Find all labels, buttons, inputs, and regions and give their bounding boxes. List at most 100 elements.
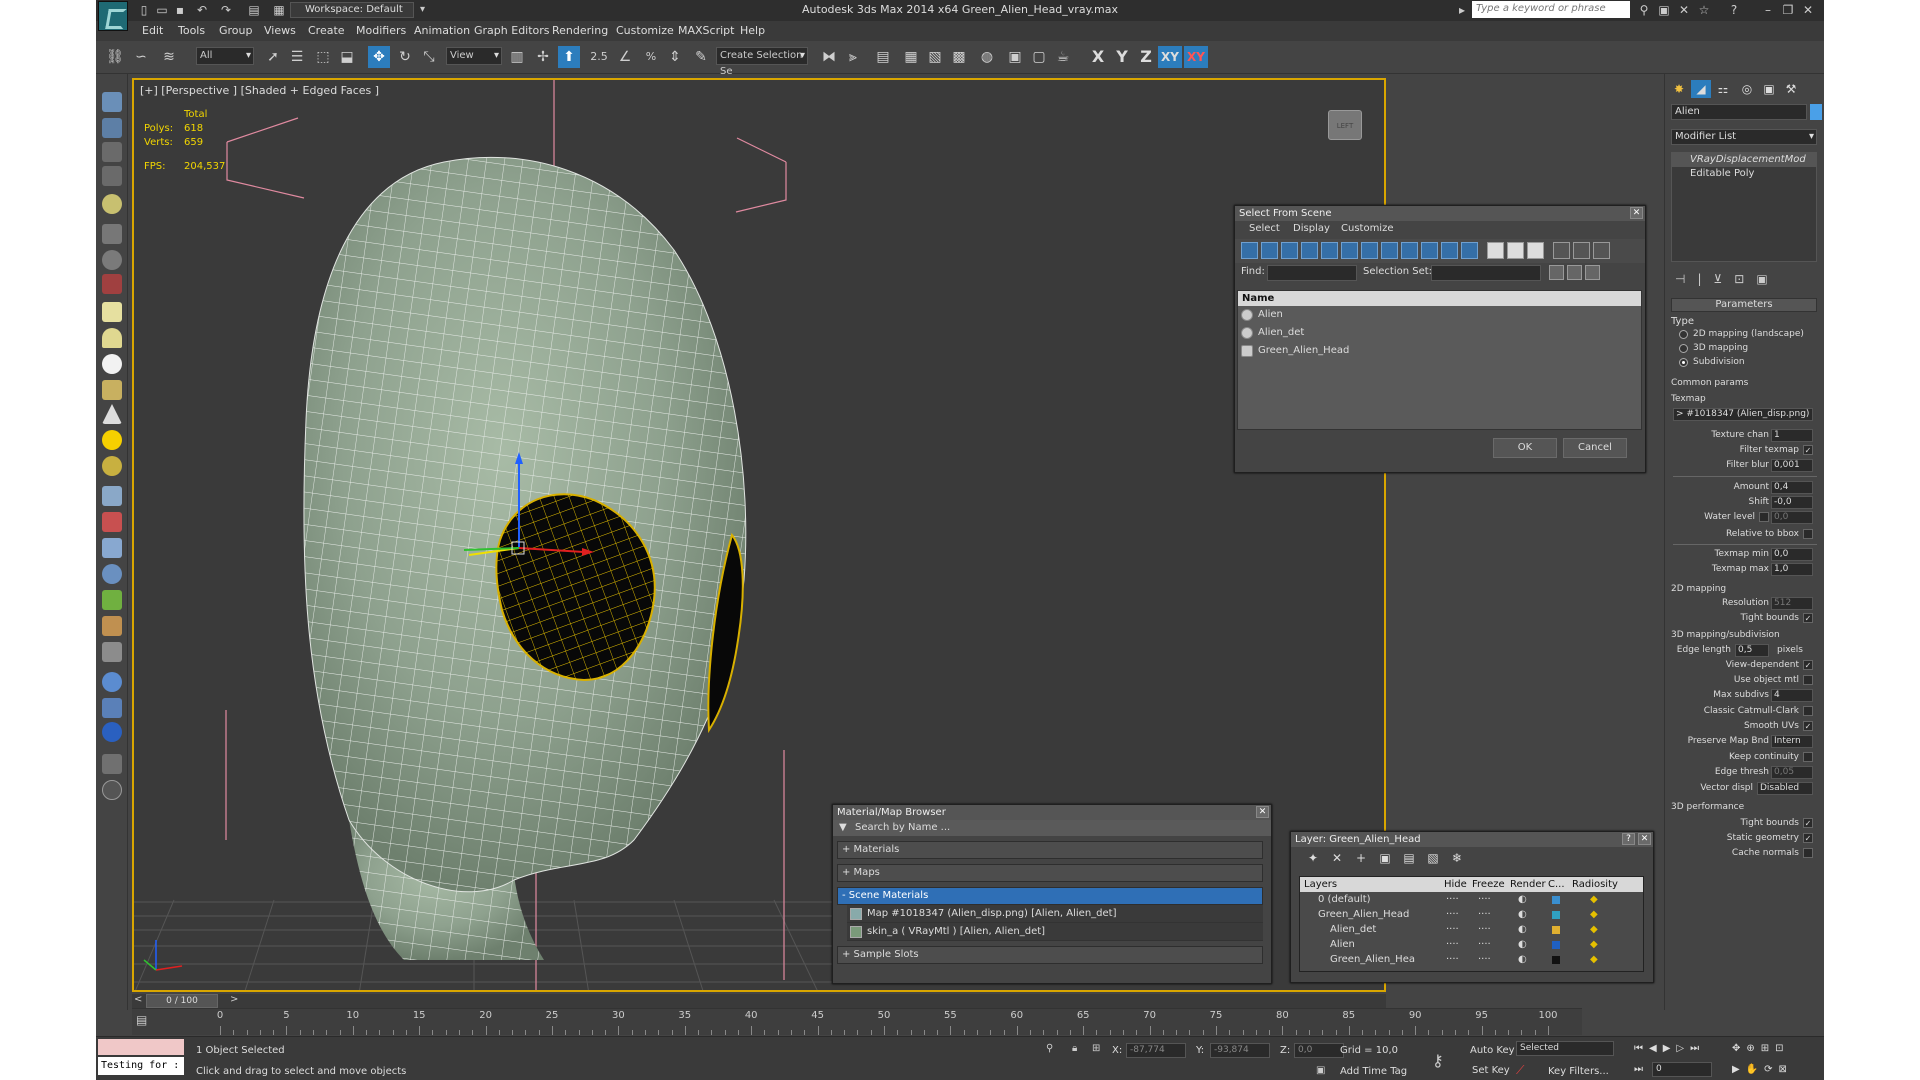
pivot-center-icon[interactable]: ▥ <box>506 46 528 68</box>
edit-named-sets-icon[interactable]: ✎ <box>690 46 712 68</box>
menu-rendering[interactable]: Rendering <box>552 24 608 37</box>
cancel-button[interactable]: Cancel <box>1563 438 1627 458</box>
max-subdivs-spinner[interactable]: 4 <box>1771 689 1813 702</box>
globe-icon[interactable] <box>102 564 122 584</box>
key-mode-dropdown[interactable]: Selected <box>1516 1041 1614 1056</box>
playback-controls[interactable]: ⏮◀▶▷⏭ <box>1634 1043 1705 1054</box>
menu-tools[interactable]: Tools <box>178 24 205 37</box>
align-icon[interactable]: ⫸ <box>842 46 864 68</box>
table-icon[interactable] <box>102 166 122 186</box>
display-containers-icon[interactable] <box>1421 242 1438 259</box>
axis-y-button[interactable]: Y <box>1110 46 1134 68</box>
stack-item-editable-poly[interactable]: Editable Poly <box>1672 167 1816 181</box>
modify-tab-icon[interactable]: ◢ <box>1691 80 1711 98</box>
close-icon[interactable]: ✕ <box>1800 2 1816 18</box>
selection-filter-dropdown[interactable]: All <box>196 47 254 65</box>
auto-key-button[interactable]: Auto Key <box>1470 1045 1515 1056</box>
scene-list-icon[interactable] <box>102 142 122 162</box>
smooth-uvs-checkbox[interactable]: ✓ <box>1803 721 1813 731</box>
schematic-view-icon[interactable]: ▩ <box>948 46 970 68</box>
unlink-icon[interactable]: ∽ <box>130 46 152 68</box>
material-search-input[interactable]: ▼ Search by Name ... <box>833 820 1271 836</box>
utility-icon[interactable] <box>102 754 122 774</box>
col-radiosity[interactable]: Radiosity <box>1572 877 1618 892</box>
display-xrefs-icon[interactable] <box>1381 242 1398 259</box>
sun-icon[interactable] <box>102 430 122 450</box>
find-input[interactable] <box>1267 265 1357 281</box>
z-coord-input[interactable]: 0,0 <box>1294 1043 1344 1058</box>
hair-icon[interactable] <box>102 616 122 636</box>
spinner-snap-icon[interactable]: ⇕ <box>664 46 686 68</box>
link-icon[interactable]: ⛓ <box>104 46 126 68</box>
stack-item-vraydisplacementmod[interactable]: VRayDisplacementMod <box>1672 153 1816 167</box>
particle-icon[interactable] <box>102 486 122 506</box>
modify-tool-icon[interactable] <box>102 118 122 138</box>
rendered-frame-window-icon[interactable]: ▢ <box>1028 46 1050 68</box>
axis-xy-cycle-button[interactable]: XY <box>1184 46 1208 68</box>
help-icon[interactable]: ? <box>1726 2 1742 18</box>
bind-space-warp-icon[interactable]: ≋ <box>158 46 180 68</box>
helper-icon[interactable] <box>102 250 122 270</box>
space-warp-icon[interactable] <box>102 274 122 294</box>
tight-bounds-2d-checkbox[interactable]: ✓ <box>1803 613 1813 623</box>
keep-continuity-checkbox[interactable] <box>1803 752 1813 762</box>
sort-icon[interactable] <box>1573 242 1590 259</box>
layer-color-swatch[interactable] <box>1552 911 1560 919</box>
set-key-icon[interactable]: ⟋ <box>1516 1063 1524 1078</box>
display-shapes-icon[interactable] <box>1261 242 1278 259</box>
display-lights-icon[interactable] <box>1281 242 1298 259</box>
col-render[interactable]: Render <box>1510 877 1546 892</box>
mesh-icon[interactable] <box>102 538 122 558</box>
keyword-search-input[interactable]: Type a keyword or phrase <box>1472 1 1630 18</box>
light-icon[interactable] <box>102 194 122 214</box>
layer-color-swatch[interactable] <box>1552 941 1560 949</box>
display-groups-icon[interactable] <box>1361 242 1378 259</box>
display-frozen-icon[interactable] <box>1441 242 1458 259</box>
set-key-button[interactable]: Set Key <box>1472 1065 1510 1076</box>
environment-icon[interactable] <box>102 722 122 742</box>
select-invert-icon[interactable] <box>1527 242 1544 259</box>
angle-snap-icon[interactable]: ∠ <box>614 46 636 68</box>
water-level-checkbox[interactable] <box>1759 512 1769 522</box>
menu-maxscript[interactable]: MAXScript <box>678 24 734 37</box>
water-level-spinner[interactable]: 0,0 <box>1771 511 1813 524</box>
delete-layer-icon[interactable]: ✕ <box>1329 850 1345 866</box>
track-bar[interactable]: ▤ 0 5 10 15 20 25 30 35 40 45 50 55 60 65 70 75 80 85 90 95… <box>132 1008 1582 1035</box>
table-row[interactable]: Green_Alien_Hea ···· ···· ◐ ◆ <box>1300 952 1643 967</box>
list-item[interactable]: Green_Alien_Head <box>1238 342 1641 360</box>
viewport-label[interactable]: [+] [Perspective ] [Shaded + Edged Faces… <box>140 84 379 97</box>
selection-set-dropdown[interactable] <box>1431 265 1541 281</box>
sphere-gold-icon[interactable] <box>102 456 122 476</box>
texture-chan-spinner[interactable]: 1 <box>1771 429 1813 442</box>
select-and-scale-icon[interactable]: ⤡ <box>418 46 440 68</box>
hierarchy-tab-icon[interactable]: ⚏ <box>1713 80 1733 98</box>
isolate-icon[interactable]: ⚲ <box>1046 1043 1053 1054</box>
ok-button[interactable]: OK <box>1493 438 1557 458</box>
maxscript-listener-input[interactable] <box>98 1039 184 1055</box>
display-tab-icon[interactable]: ▣ <box>1759 80 1779 98</box>
col-color[interactable]: C... <box>1548 877 1565 892</box>
reference-coordinate-dropdown[interactable]: View <box>446 47 502 65</box>
axis-xy-button[interactable]: XY <box>1158 46 1182 68</box>
scene-materials-section[interactable]: - Scene Materials <box>837 887 1263 905</box>
create-icon[interactable] <box>102 92 122 112</box>
display-cameras-icon[interactable] <box>1301 242 1318 259</box>
prev-frame-icon[interactable]: < <box>134 994 142 1005</box>
edge-thresh-spinner[interactable]: 0,05 <box>1771 766 1813 779</box>
material-editor-icon[interactable]: ◍ <box>976 46 998 68</box>
cache-normals-checkbox[interactable] <box>1803 848 1813 858</box>
render-production-icon[interactable]: ☕ <box>1052 46 1074 68</box>
axis-x-button[interactable]: X <box>1086 46 1110 68</box>
menu-graph-editors[interactable]: Graph Editors <box>474 24 550 37</box>
hide-all-layers-icon[interactable]: ▧ <box>1425 850 1441 866</box>
next-frame-icon[interactable]: > <box>230 994 238 1005</box>
texmap-max-spinner[interactable]: 1,0 <box>1771 563 1813 576</box>
time-tag-icon[interactable]: ▣ <box>1316 1065 1325 1076</box>
x-coord-input[interactable]: -87,774 <box>1126 1043 1186 1058</box>
viewport-navigation-icons-2[interactable]: ▶✋⟳⊠ <box>1732 1064 1793 1075</box>
maps-section[interactable]: + Maps <box>837 864 1263 882</box>
freeze-all-layers-icon[interactable]: ❄ <box>1449 850 1465 866</box>
mirror-icon[interactable]: ⧓ <box>818 46 840 68</box>
keyboard-shortcut-override-icon[interactable]: ⬆ <box>558 46 580 68</box>
absolute-mode-icon[interactable]: ⊞ <box>1092 1043 1100 1054</box>
